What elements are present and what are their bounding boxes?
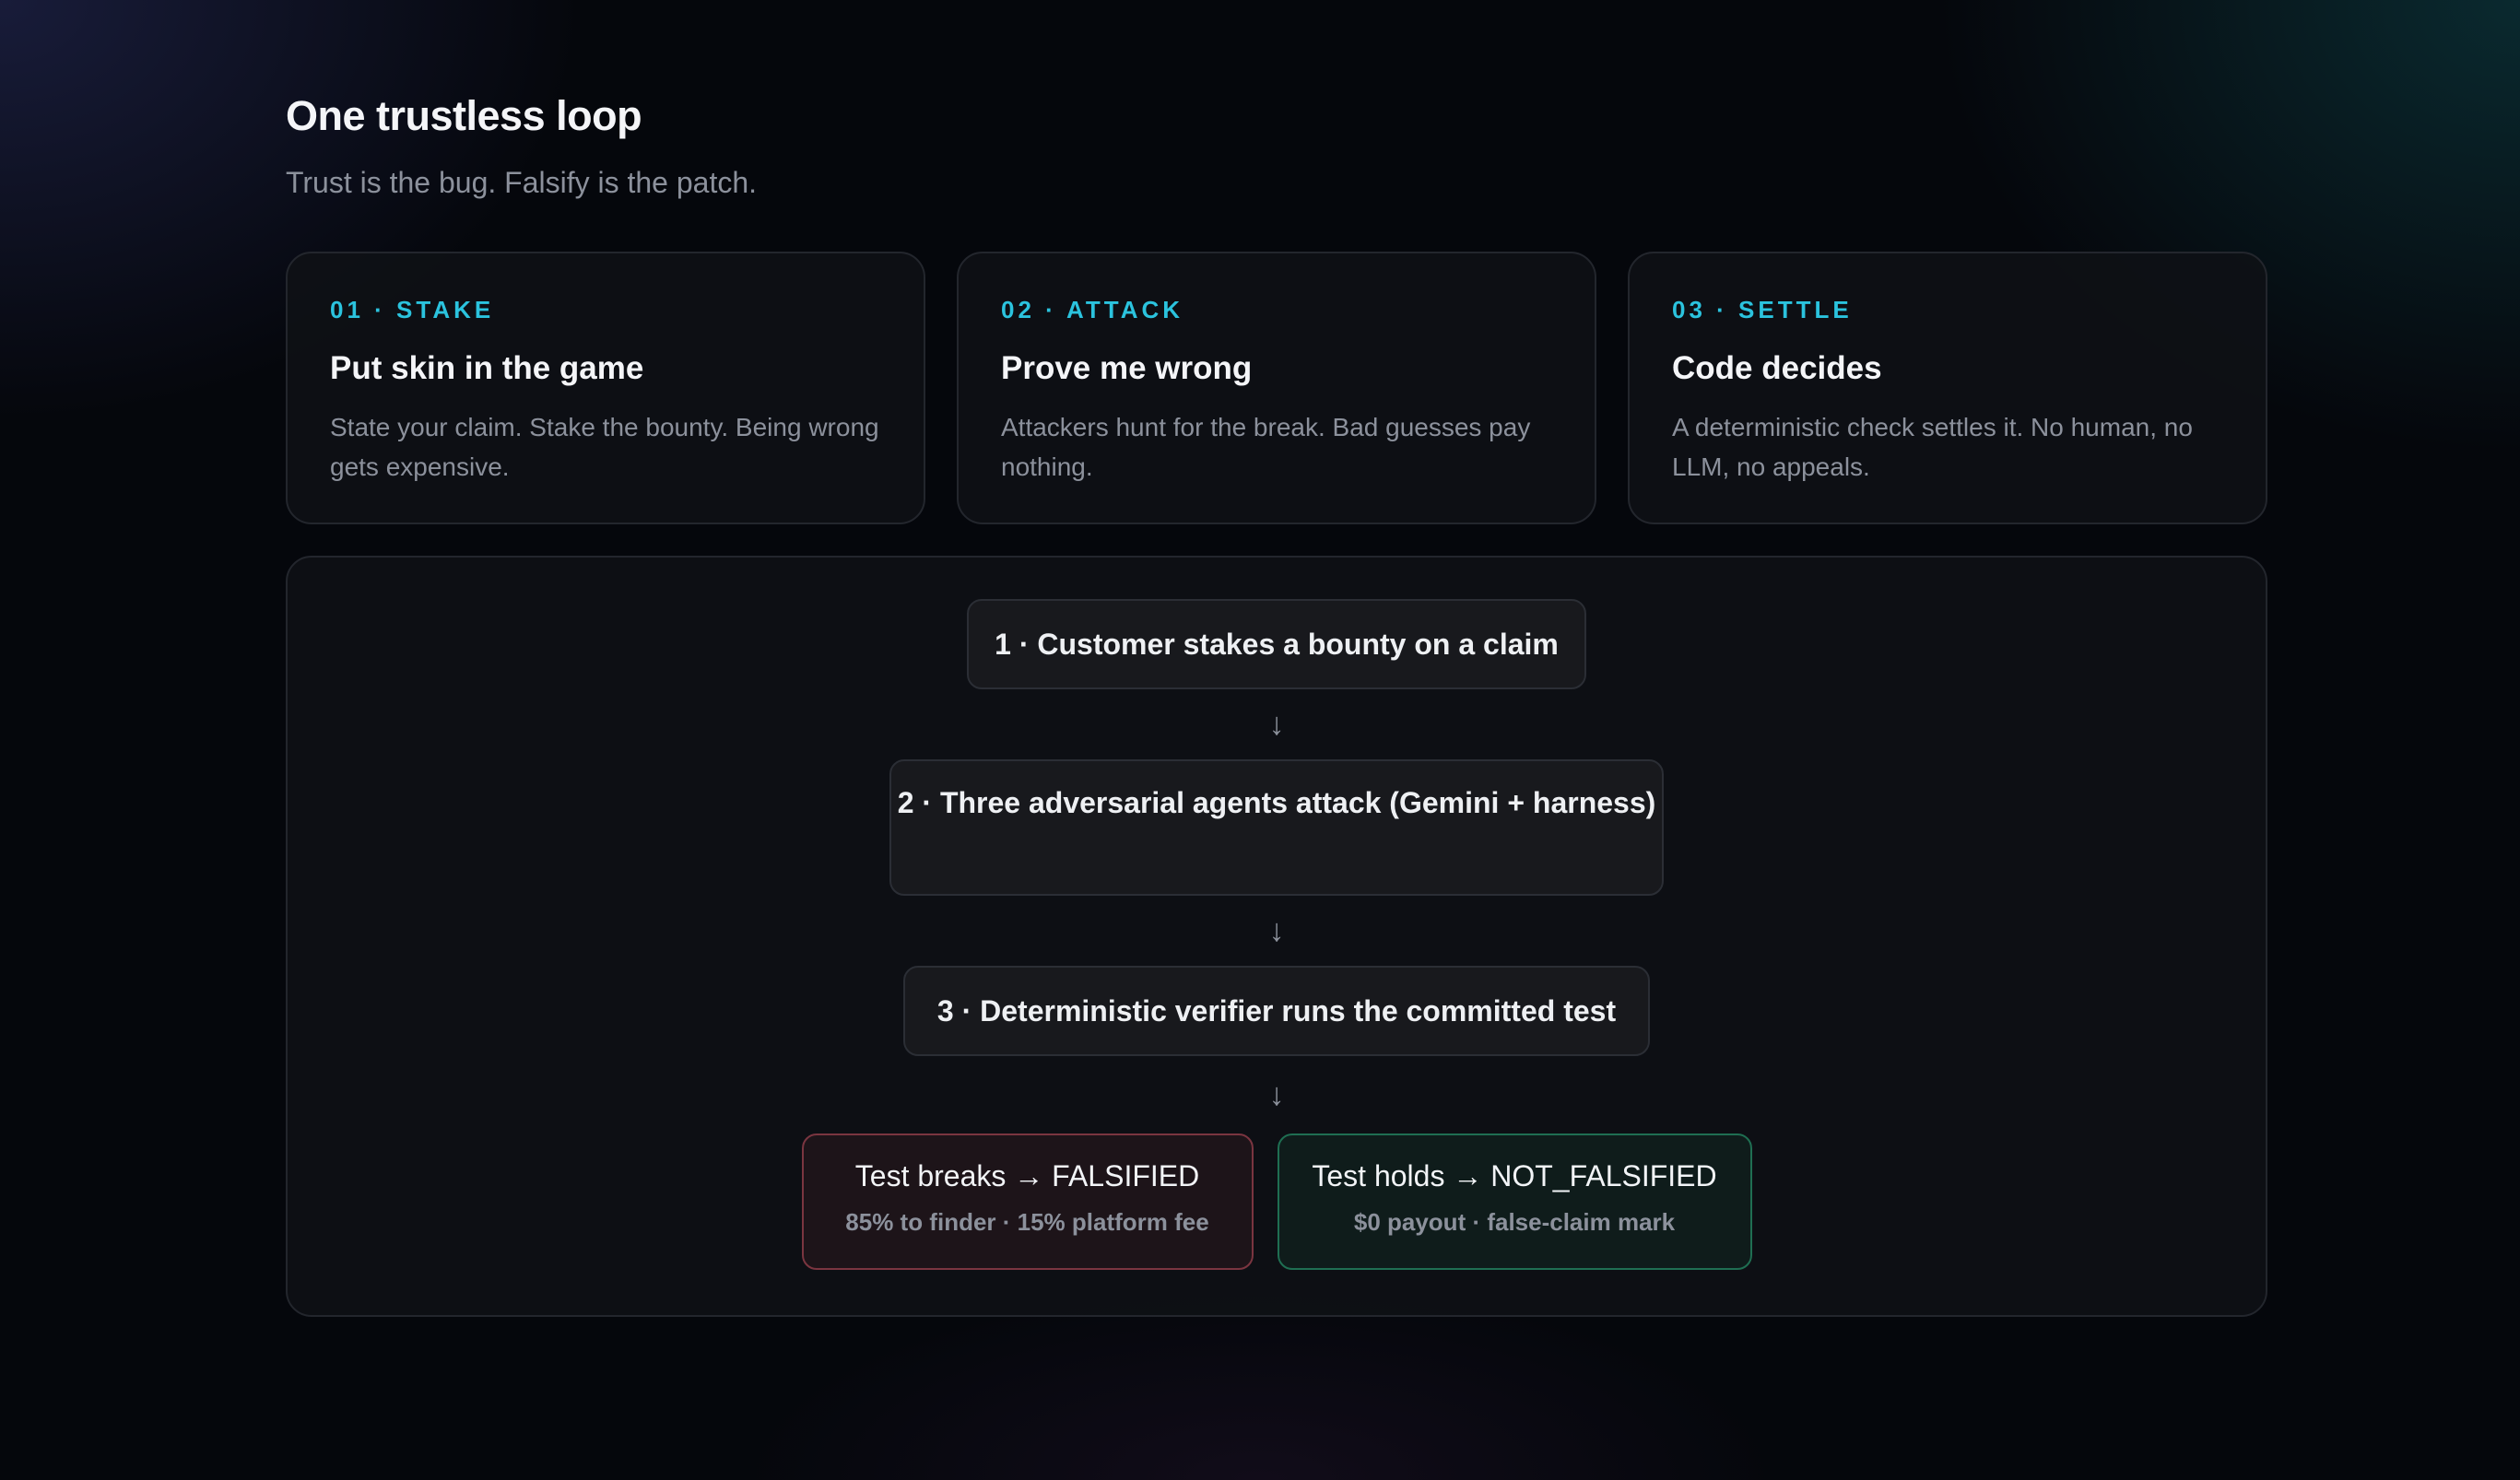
card-settle: 03 · SETTLE Code decides A deterministic… — [1628, 252, 2267, 524]
outcome-not-falsified: Test holds → NOT_FALSIFIED $0 payout · f… — [1277, 1133, 1752, 1270]
card-description: State your claim. Stake the bounty. Bein… — [330, 413, 879, 481]
flow-outcomes: Test breaks → FALSIFIED 85% to finder · … — [801, 1133, 1752, 1270]
card-description: A deterministic check settles it. No hum… — [1672, 413, 2193, 481]
card-tag: 03 · SETTLE — [1672, 296, 1853, 323]
trustless-loop-section: One trustless loop Trust is the bug. Fal… — [286, 92, 2267, 1317]
card-title: Code decides — [1672, 350, 1882, 386]
card-attack: 02 · ATTACK Prove me wrong Attackers hun… — [957, 252, 1596, 524]
down-arrow-icon: ↓ — [1268, 707, 1285, 742]
flow-step-stake: 1 · Customer stakes a bounty on a claim — [967, 599, 1586, 689]
card-description: Attackers hunt for the break. Bad guesse… — [1001, 413, 1531, 481]
card-tag: 02 · ATTACK — [1001, 296, 1184, 323]
down-arrow-icon: ↓ — [1268, 1077, 1285, 1112]
card-title: Put skin in the game — [330, 350, 644, 386]
card-stake: 01 · STAKE Put skin in the game State yo… — [286, 252, 925, 524]
outcome-detail: 85% to finder · 15% platform fee — [845, 1208, 1209, 1236]
outcome-falsified: Test breaks → FALSIFIED 85% to finder · … — [801, 1133, 1254, 1270]
outcome-title: Test breaks → FALSIFIED — [854, 1159, 1200, 1192]
section-title: One trustless loop — [286, 92, 642, 139]
flow-step-verify: 3 · Deterministic verifier runs the comm… — [903, 966, 1650, 1056]
card-tag: 01 · STAKE — [330, 296, 495, 323]
step-cards: 01 · STAKE Put skin in the game State yo… — [286, 252, 2267, 524]
card-title: Prove me wrong — [1001, 350, 1253, 386]
outcome-detail: $0 payout · false-claim mark — [1353, 1208, 1676, 1236]
outcome-title: Test holds → NOT_FALSIFIED — [1312, 1159, 1717, 1192]
section-subtitle: Trust is the bug. Falsify is the patch. — [286, 166, 758, 199]
down-arrow-icon: ↓ — [1268, 913, 1285, 948]
flow-step-attack: 2 · Three adversarial agents attack (Gem… — [889, 759, 1664, 896]
flow-diagram: 1 · Customer stakes a bounty on a claim … — [286, 556, 2267, 1317]
